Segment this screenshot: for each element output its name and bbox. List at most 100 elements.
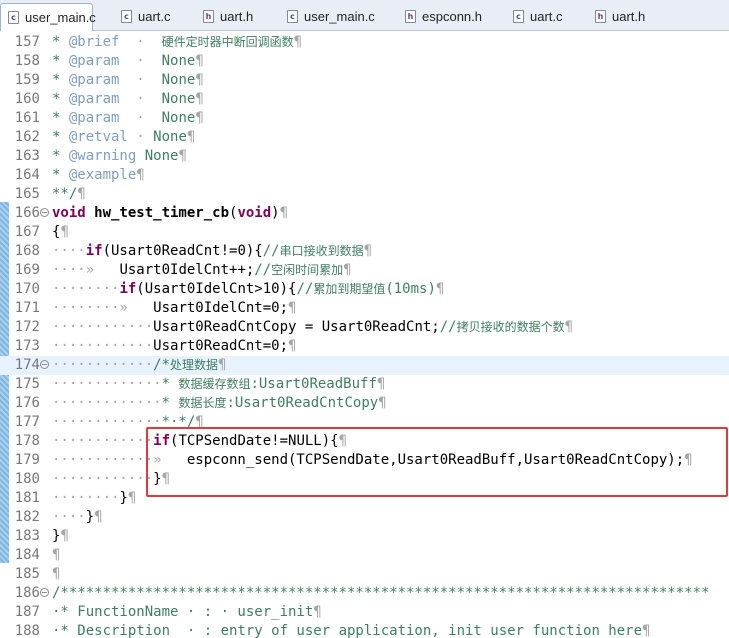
code-token: 累加到期望值 — [313, 282, 386, 296]
code-text: ········» Usart0IdelCnt=0;¶ — [52, 299, 296, 318]
code-text: ········}¶ — [52, 489, 136, 508]
code-token: if — [85, 243, 103, 259]
code-token: @retval — [68, 129, 128, 145]
code-line[interactable]: 174 ············/*处理数据¶ — [0, 356, 729, 375]
code-line[interactable]: 187 ·* FunctionName · : · user_init¶ — [0, 603, 729, 622]
line-number: 183 — [14, 528, 40, 544]
tab-label: uart.h — [220, 9, 254, 24]
code-token: * — [52, 72, 69, 88]
code-text: /***************************************… — [52, 584, 709, 603]
code-text: **/¶ — [52, 185, 86, 204]
code-token: **/ — [52, 186, 78, 202]
c-file-icon: c — [121, 10, 132, 23]
line-number: 166 — [14, 205, 40, 221]
tab-1[interactable]: c uart.c — [114, 3, 196, 31]
code-token: * — [52, 148, 69, 164]
code-line[interactable]: 165 **/¶ — [0, 185, 729, 204]
line-number: 169 — [14, 262, 40, 278]
code-line[interactable]: 168 ····if(Usart0ReadCnt!=0){//串口接收到数据¶ — [0, 242, 729, 261]
code-line[interactable]: 183}¶ — [0, 527, 729, 546]
code-token: ············· — [52, 395, 162, 411]
c-file-icon: c — [8, 11, 19, 24]
code-line[interactable]: 161 * @param · None¶ — [0, 109, 729, 128]
code-line[interactable]: 163 * @warning None¶ — [0, 147, 729, 166]
code-line[interactable]: 175 ·············* 数据缓存数组:Usart0ReadBuff¶ — [0, 375, 729, 394]
code-token: @param — [68, 53, 120, 69]
code-token: ¶ — [60, 224, 69, 240]
line-number: 158 — [14, 53, 40, 69]
h-file-icon: h — [405, 10, 416, 23]
code-token: ¶ — [52, 547, 61, 563]
code-line[interactable]: 157 * @brief · 硬件定时器中断回调函数¶ — [0, 33, 729, 52]
code-line[interactable]: 169 ····» Usart0IdelCnt++;//空闲时间累加¶ — [0, 261, 729, 280]
code-token: (Usart0ReadCnt!=0){ — [102, 243, 263, 259]
code-token: ¶ — [127, 490, 137, 506]
code-line[interactable]: 176 ·············* 数据长度:Usart0ReadCntCopy… — [0, 394, 729, 413]
line-number: 157 — [14, 34, 40, 50]
code-line[interactable]: 185 ¶ — [0, 565, 729, 584]
tab-6[interactable]: h uart.h — [588, 3, 666, 31]
code-token: ¶ — [376, 376, 386, 392]
code-token: · — [127, 129, 154, 145]
line-number: 187 — [14, 604, 40, 620]
code-line[interactable]: 188 ·* Description · : entry of user appl… — [0, 622, 729, 638]
code-token: * — [161, 376, 179, 392]
line-number: 163 — [14, 148, 40, 164]
code-line[interactable]: 172 ············Usart0ReadCntCopy = Usart… — [0, 318, 729, 337]
tab-4[interactable]: h espconn.h — [398, 3, 494, 31]
code-line[interactable]: 170 ········if(Usart0IdelCnt>10){//累加到期望值… — [0, 280, 729, 299]
code-line[interactable]: 159 * @param · None¶ — [0, 71, 729, 90]
code-token: ¶ — [94, 509, 103, 525]
code-line[interactable]: 164 * @example¶ — [0, 166, 729, 185]
line-number: 184 — [14, 547, 40, 563]
code-token: 硬件定时器中断回调函数 — [161, 35, 294, 49]
tab-2[interactable]: h uart.h — [196, 3, 278, 31]
code-line[interactable]: 167 {¶ — [0, 223, 729, 242]
fold-toggle-icon[interactable] — [40, 360, 49, 369]
code-token: ¶ — [564, 319, 574, 335]
tab-label: user_main.c — [304, 9, 375, 24]
code-token: ········» — [52, 300, 154, 316]
code-token: ············ — [52, 338, 154, 354]
code-line[interactable]: 162 * @retval · None¶ — [0, 128, 729, 147]
line-number: 188 — [14, 623, 40, 638]
code-line[interactable]: 182 ····}¶ — [0, 508, 729, 527]
tab-5[interactable]: c uart.c — [506, 3, 586, 31]
code-token: @warning — [68, 148, 137, 164]
code-token: Usart0IdelCnt=0; — [153, 300, 289, 316]
code-token: None — [153, 129, 187, 145]
line-number: 161 — [14, 110, 40, 126]
code-text: void hw_test_timer_cb(void)¶ — [52, 204, 288, 223]
code-token: ¶ — [288, 338, 297, 354]
code-line[interactable]: 173 ············Usart0ReadCnt=0;¶ — [0, 337, 729, 356]
code-line[interactable]: 184 ¶ — [0, 546, 729, 565]
fold-toggle-icon[interactable] — [40, 208, 49, 217]
highlight-box — [146, 427, 728, 497]
code-text: * @param · None¶ — [52, 52, 204, 71]
code-token: ············ — [52, 433, 154, 449]
code-line[interactable]: 160 * @param · None¶ — [0, 90, 729, 109]
code-line[interactable]: 186 /************************************… — [0, 584, 729, 603]
code-token: @param — [68, 91, 120, 107]
code-token: 空闲时间累加 — [271, 263, 344, 277]
code-line[interactable]: 166 void hw_test_timer_cb(void)¶ — [0, 204, 729, 223]
code-line[interactable]: 171 ········» Usart0IdelCnt=0;¶ — [0, 299, 729, 318]
code-text: ·············* 数据缓存数组:Usart0ReadBuff¶ — [52, 375, 385, 394]
code-editor[interactable]: 157 * @brief · 硬件定时器中断回调函数¶ 158 * @param · … — [0, 31, 729, 638]
code-token: ············ — [52, 471, 154, 487]
code-token: ···· — [52, 509, 86, 525]
tab-3[interactable]: c user_main.c — [280, 3, 386, 31]
code-token: * — [52, 91, 69, 107]
tab-label: uart.h — [612, 9, 646, 24]
code-token: // — [296, 281, 314, 297]
tab-0[interactable]: c user_main.c — [0, 3, 96, 31]
line-number: 186 — [14, 585, 40, 601]
fold-toggle-icon[interactable] — [40, 588, 49, 597]
code-line[interactable]: 158 * @param · None¶ — [0, 52, 729, 71]
line-number: 168 — [14, 243, 40, 259]
line-number: 165 — [14, 186, 40, 202]
code-token: 串口接收到数据 — [279, 244, 364, 258]
code-token: ¶ — [313, 604, 322, 620]
code-token: * — [52, 129, 69, 145]
code-token: // — [262, 243, 280, 259]
